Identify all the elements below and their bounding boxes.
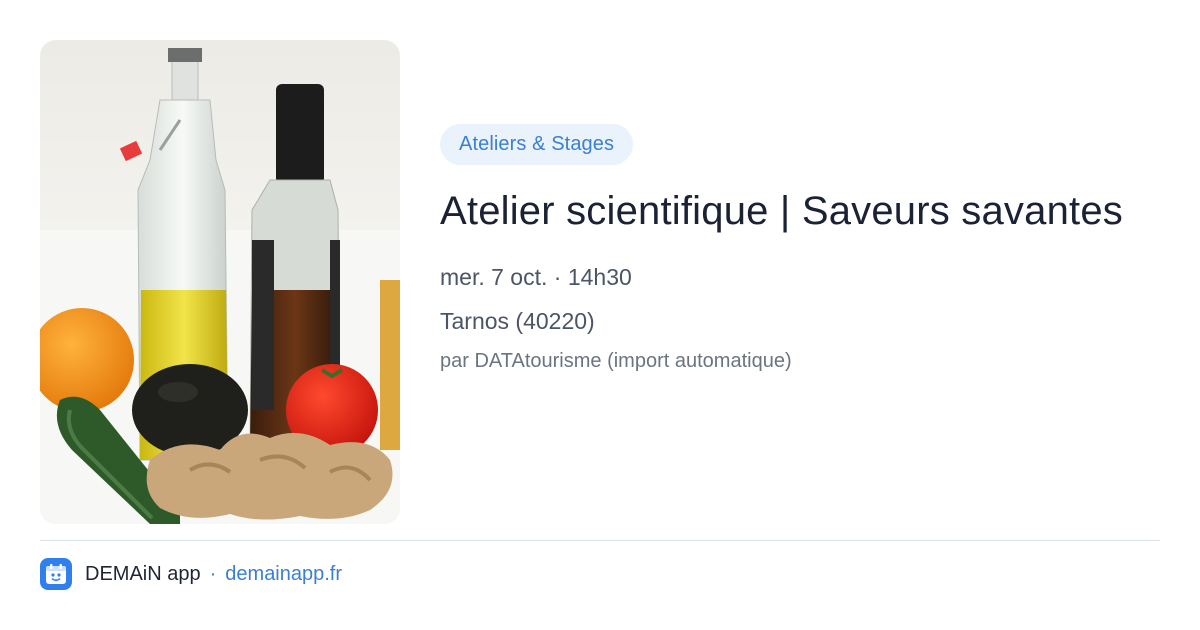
category-chip[interactable]: Ateliers & Stages xyxy=(440,124,634,165)
event-info: Ateliers & Stages Atelier scientifique |… xyxy=(440,124,1160,375)
footer-separator: · xyxy=(209,562,217,585)
footer: DEMAiN app · demainapp.fr xyxy=(40,558,342,590)
footer-divider xyxy=(40,540,1160,541)
event-photo-illustration xyxy=(40,40,400,524)
app-logo-icon[interactable] xyxy=(40,558,72,590)
share-card[interactable]: Ateliers & Stages Atelier scientifique |… xyxy=(0,0,1200,630)
event-location: Tarnos (40220) xyxy=(440,308,595,334)
app-name[interactable]: DEMAiN app xyxy=(85,563,201,586)
app-url-link[interactable]: demainapp.fr xyxy=(225,563,342,586)
event-photo xyxy=(40,40,400,524)
event-date: mer. 7 oct. · 14h30 xyxy=(440,264,632,290)
event-title[interactable]: Atelier scientifique | Saveurs savantes xyxy=(440,185,1160,238)
calendar-face-icon xyxy=(46,564,66,584)
event-source: par DATAtourisme (import automatique) xyxy=(440,350,792,372)
